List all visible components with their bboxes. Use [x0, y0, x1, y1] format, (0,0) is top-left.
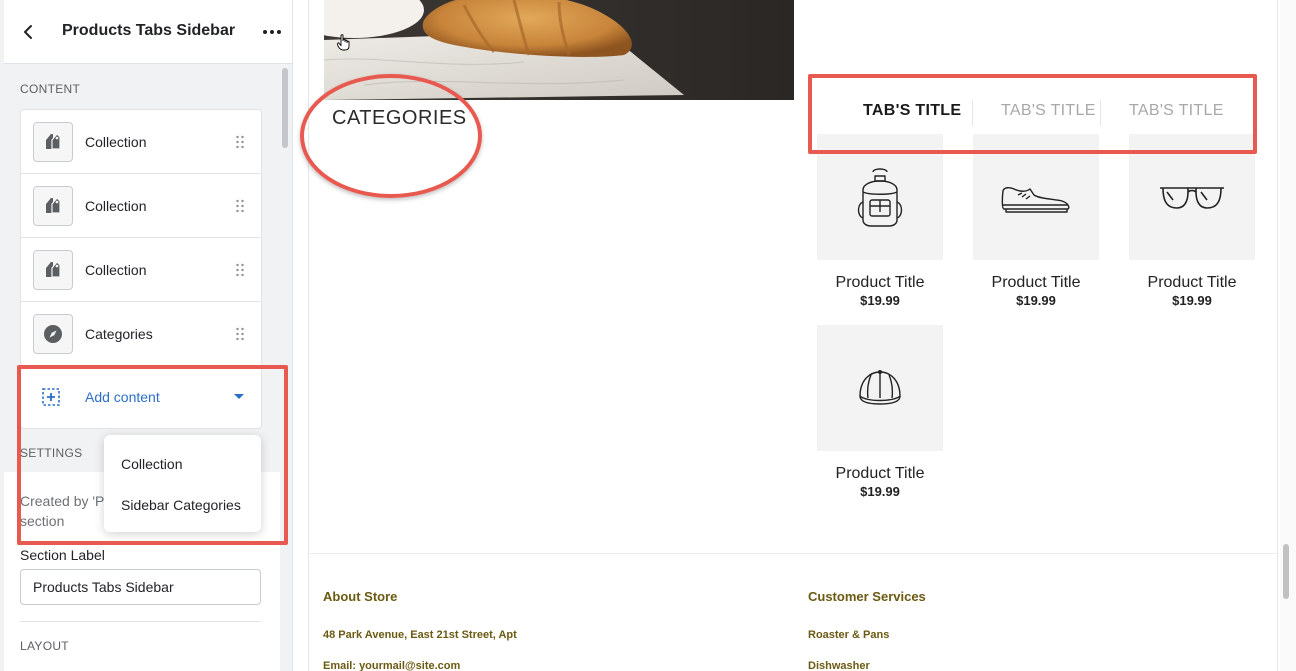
sneaker-icon	[1001, 186, 1070, 213]
tab-separator	[972, 100, 973, 126]
product-title[interactable]: Product Title	[973, 274, 1099, 292]
footer-email[interactable]: Email: yourmail@site.com	[323, 660, 460, 671]
croissant-image	[324, 0, 794, 100]
tab-1[interactable]: TAB'S TITLE	[863, 102, 961, 120]
dropdown-option-collection[interactable]: Collection	[121, 456, 182, 472]
product-tabs: TAB'S TITLE TAB'S TITLE TAB'S TITLE	[812, 100, 1252, 126]
footer-address: 48 Park Avenue, East 21st Street, Apt	[323, 629, 517, 641]
tag-icon	[33, 122, 73, 162]
tag-icon	[33, 186, 73, 226]
product-image[interactable]	[973, 134, 1099, 260]
product-price: $19.99	[1016, 293, 1056, 308]
footer-link-dishwasher[interactable]: Dishwasher	[808, 660, 870, 671]
back-arrow-icon[interactable]	[18, 22, 38, 42]
content-block-categories[interactable]: Categories	[21, 302, 261, 366]
categories-heading: CATEGORIES	[332, 107, 467, 129]
add-block-icon	[42, 388, 60, 406]
layout-section-label: LAYOUT	[20, 639, 69, 653]
product-title[interactable]: Product Title	[817, 465, 943, 483]
product-image[interactable]	[817, 134, 943, 260]
editor-sidebar: Products Tabs Sidebar CONTENT Collection…	[0, 0, 293, 671]
product-card[interactable]: Product Title $19.99	[973, 134, 1099, 308]
product-card[interactable]: Product Title $19.99	[817, 325, 943, 499]
product-price: $19.99	[1172, 293, 1212, 308]
add-content-dropdown: Collection Sidebar Categories	[104, 435, 261, 532]
preview-scroll-thumb[interactable]	[1283, 544, 1289, 599]
tab-2[interactable]: TAB'S TITLE	[1001, 102, 1096, 120]
section-label-title: Section Label	[20, 547, 105, 563]
footer-heading-customer-services: Customer Services	[808, 589, 926, 604]
content-block-label: Collection	[85, 198, 147, 214]
sidebar-scrollbar[interactable]	[281, 66, 289, 671]
drag-handle-icon[interactable]	[235, 134, 245, 150]
compass-icon	[33, 314, 73, 354]
content-block-collection-3[interactable]: Collection	[21, 238, 261, 302]
divider	[20, 621, 261, 622]
content-block-label: Collection	[85, 134, 147, 150]
content-block-label: Categories	[85, 326, 153, 342]
add-content-button[interactable]: Add content	[20, 365, 262, 429]
hand-cursor-icon	[337, 34, 350, 51]
content-block-collection-1[interactable]: Collection	[21, 110, 261, 174]
content-block-collection-2[interactable]: Collection	[21, 174, 261, 238]
tag-icon	[33, 250, 73, 290]
backpack-icon	[857, 168, 903, 227]
product-title[interactable]: Product Title	[817, 274, 943, 292]
drag-handle-icon[interactable]	[235, 326, 245, 342]
settings-section-label: SETTINGS	[20, 446, 83, 460]
dropdown-option-sidebar-categories[interactable]: Sidebar Categories	[121, 497, 241, 513]
content-section-label: CONTENT	[20, 82, 81, 96]
caret-down-icon	[234, 394, 244, 399]
more-options-icon[interactable]	[260, 22, 284, 42]
add-content-label: Add content	[85, 389, 160, 405]
tab-separator	[1100, 100, 1101, 126]
footer-link-roaster-pans[interactable]: Roaster & Pans	[808, 629, 889, 641]
product-card[interactable]: Product Title $19.99	[1129, 134, 1255, 308]
product-title[interactable]: Product Title	[1129, 274, 1255, 292]
product-card[interactable]: Product Title $19.99	[817, 134, 943, 308]
content-blocks-list: Collection Collection Collection Categor…	[20, 109, 262, 367]
store-preview: CATEGORIES TAB'S TITLE TAB'S TITLE TAB'S…	[308, 0, 1279, 671]
product-image[interactable]	[817, 325, 943, 451]
preview-scrollbar[interactable]	[1280, 0, 1296, 671]
footer-heading-about: About Store	[323, 589, 398, 604]
content-block-label: Collection	[85, 262, 147, 278]
drag-handle-icon[interactable]	[235, 198, 245, 214]
product-price: $19.99	[860, 293, 900, 308]
drag-handle-icon[interactable]	[235, 262, 245, 278]
sidebar-scroll-thumb[interactable]	[282, 68, 288, 148]
tab-3[interactable]: TAB'S TITLE	[1129, 102, 1224, 120]
section-label-input[interactable]	[20, 569, 261, 605]
sidebar-header: Products Tabs Sidebar	[4, 0, 292, 64]
product-price: $19.99	[860, 484, 900, 499]
glasses-icon	[1160, 187, 1224, 209]
footer-divider	[309, 553, 1279, 554]
cap-icon	[859, 370, 901, 405]
product-image[interactable]	[1129, 134, 1255, 260]
sidebar-title: Products Tabs Sidebar	[62, 22, 236, 39]
